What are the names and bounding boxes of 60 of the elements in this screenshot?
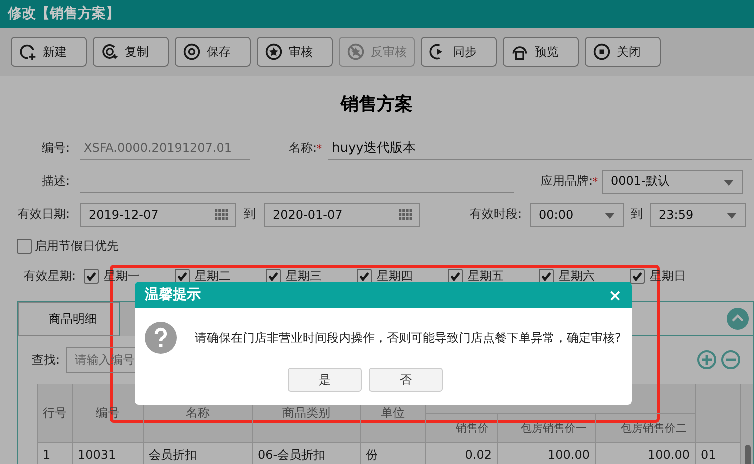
checkbox-label: 星期六 <box>559 268 595 284</box>
tab[interactable]: 商品明细 <box>18 302 120 336</box>
toolbar-button[interactable]: 审核 <box>257 37 333 67</box>
brand-select[interactable]: 0001-默认 <box>602 170 743 194</box>
toolbar-button[interactable]: 新建 <box>11 37 87 67</box>
dialog-title: 温馨提示 <box>145 286 201 304</box>
copy-icon <box>101 43 119 61</box>
date-field[interactable]: 2020-01-07 <box>264 202 420 226</box>
checkbox-label: 星期二 <box>195 268 231 284</box>
toolbar-button[interactable]: 保存 <box>175 37 251 67</box>
caret-icon <box>605 212 615 218</box>
date-field[interactable]: 2019-12-07 <box>80 202 236 226</box>
toolbar-button[interactable]: 复制 <box>93 37 169 67</box>
save-icon <box>183 43 201 61</box>
field-label: 名称:* <box>288 140 322 157</box>
time-select[interactable]: 00:00 <box>530 202 624 226</box>
field-label: 有效星期: <box>22 268 76 284</box>
table-cell: 100.00 <box>498 443 596 464</box>
dialog-button[interactable]: 是 <box>288 368 362 392</box>
table-cell: 01 <box>696 443 741 464</box>
search-label: 查找: <box>32 352 60 368</box>
table-cell: 份 <box>361 443 426 464</box>
checkbox[interactable] <box>630 268 645 284</box>
calendar-icon <box>215 208 229 220</box>
toolbar-button[interactable]: 关闭 <box>585 37 661 67</box>
table-cell: 0.02 <box>426 443 498 464</box>
dialog-message: 请确保在门店非营业时间段内操作，否则可能导致门店点餐下单异常，确定审核? <box>195 330 622 346</box>
field-label: 有效日期: <box>16 206 70 223</box>
table-cell: 10031 <box>73 443 144 464</box>
new-icon <box>19 43 37 61</box>
toolbar-button[interactable]: 同步 <box>421 37 497 67</box>
checkbox-label: 星期三 <box>286 268 322 284</box>
question-icon <box>145 322 177 354</box>
field-label: 有效时段: <box>468 206 522 223</box>
stop-icon <box>593 43 611 61</box>
table-cell: 06-会员折扣 <box>253 443 361 464</box>
table-cell: 会员折扣 <box>144 443 253 464</box>
caret-icon <box>724 180 734 186</box>
name-field[interactable]: huyy迭代版本 <box>328 138 752 160</box>
field-label: 描述: <box>40 173 70 190</box>
checkbox[interactable] <box>17 238 32 254</box>
field-label: 编号: <box>40 140 70 157</box>
checkbox-label: 星期四 <box>377 268 413 284</box>
range-label: 到 <box>630 206 644 223</box>
checkbox-label: 启用节假日优先 <box>35 238 119 254</box>
time-select[interactable]: 23:59 <box>650 202 746 226</box>
dialog-button[interactable]: 否 <box>369 368 443 392</box>
range-label: 到 <box>243 206 257 223</box>
toolbar-button[interactable]: 预览 <box>503 37 579 67</box>
calendar-icon <box>399 208 413 220</box>
code-field: XSFA.0000.20191207.01 <box>80 138 250 160</box>
table-cell: 1 <box>38 443 73 464</box>
checkbox[interactable] <box>84 268 99 284</box>
table-cell: 100.00 <box>596 443 696 464</box>
checkbox-label: 星期五 <box>468 268 504 284</box>
caret-icon <box>727 212 737 218</box>
form-title: 销售方案 <box>340 93 414 117</box>
window-title: 修改【销售方案】 <box>8 5 120 23</box>
star-crossed-icon <box>347 43 365 61</box>
field-label: 应用品牌:* <box>540 173 598 190</box>
